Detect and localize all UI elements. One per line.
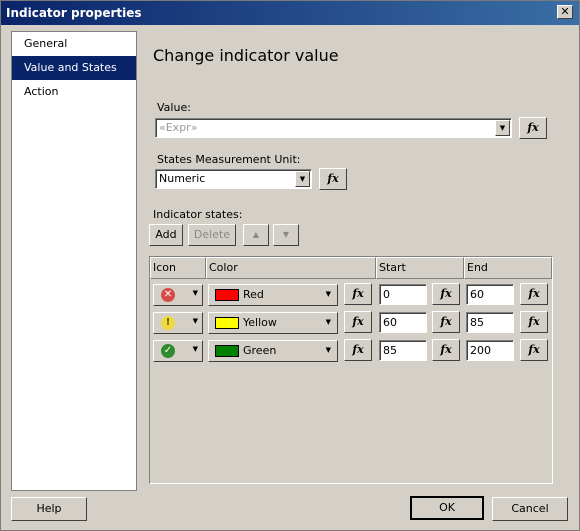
end-field[interactable]: 60 (466, 284, 514, 305)
indicator-properties-dialog: Indicator properties ✕ General Value and… (0, 0, 580, 531)
value-expression-button[interactable]: fx (519, 117, 547, 139)
color-expression-button[interactable]: fx (344, 339, 372, 361)
ok-button[interactable]: OK (410, 496, 484, 520)
start-expression-button[interactable]: fx (432, 339, 460, 361)
unit-dropdown-arrow-icon[interactable]: ▼ (295, 171, 310, 187)
start-field[interactable]: 85 (379, 340, 427, 361)
value-dropdown-arrow-icon[interactable]: ▼ (495, 120, 510, 136)
table-row: ✕ ▼ Red ▼ fx 0 fx 60 fx (150, 281, 554, 309)
unit-value: Numeric (159, 172, 206, 185)
start-expression-button[interactable]: fx (432, 311, 460, 333)
table-row: ! ▼ Yellow ▼ fx 60 fx 85 fx (150, 309, 554, 337)
page-title: Change indicator value (153, 46, 339, 65)
close-button[interactable]: ✕ (557, 5, 573, 19)
sidebar-item-general[interactable]: General (12, 32, 136, 56)
title-bar: Indicator properties ✕ (1, 1, 579, 25)
icon-picker[interactable]: ! ▼ (153, 312, 203, 334)
icon-picker[interactable]: ✕ ▼ (153, 284, 203, 306)
icon-picker[interactable]: ✓ ▼ (153, 340, 203, 362)
column-header-end: End (464, 257, 552, 279)
move-down-button[interactable]: ▼ (273, 224, 299, 246)
column-header-start: Start (376, 257, 464, 279)
sidebar-item-action[interactable]: Action (12, 80, 136, 104)
color-name: Green (243, 344, 277, 357)
red-x-circle-icon: ✕ (161, 288, 175, 302)
cancel-button[interactable]: Cancel (492, 497, 568, 521)
color-picker[interactable]: Green ▼ (208, 340, 338, 362)
color-swatch (215, 317, 239, 329)
color-picker[interactable]: Yellow ▼ (208, 312, 338, 334)
value-placeholder: «Expr» (159, 121, 198, 134)
add-state-button[interactable]: Add (149, 224, 183, 246)
start-expression-button[interactable]: fx (432, 283, 460, 305)
chevron-down-icon: ▼ (192, 289, 198, 297)
table-row: ✓ ▼ Green ▼ fx 85 fx 200 fx (150, 337, 554, 365)
indicator-states-grid: Icon Color Start End ✕ ▼ Red ▼ fx 0 fx 6… (149, 256, 553, 484)
chevron-down-icon: ▼ (325, 290, 331, 298)
delete-state-button[interactable]: Delete (188, 224, 236, 246)
states-label: Indicator states: (153, 208, 243, 221)
move-up-button[interactable]: ▲ (243, 224, 269, 246)
column-header-color: Color (206, 257, 376, 279)
green-check-circle-icon: ✓ (161, 344, 175, 358)
end-expression-button[interactable]: fx (520, 339, 548, 361)
sidebar-nav: General Value and States Action (11, 31, 137, 491)
chevron-down-icon: ▼ (325, 318, 331, 326)
end-expression-button[interactable]: fx (520, 311, 548, 333)
color-swatch (215, 289, 239, 301)
yellow-exclamation-circle-icon: ! (161, 316, 175, 330)
end-field[interactable]: 200 (466, 340, 514, 361)
color-expression-button[interactable]: fx (344, 283, 372, 305)
color-expression-button[interactable]: fx (344, 311, 372, 333)
end-expression-button[interactable]: fx (520, 283, 548, 305)
color-name: Yellow (243, 316, 277, 329)
start-field[interactable]: 0 (379, 284, 427, 305)
value-label: Value: (157, 101, 191, 114)
unit-label: States Measurement Unit: (157, 153, 301, 166)
help-button[interactable]: Help (11, 497, 87, 521)
value-combo[interactable]: «Expr» ▼ (155, 118, 512, 138)
chevron-down-icon: ▼ (192, 317, 198, 325)
chevron-down-icon: ▼ (325, 346, 331, 354)
start-field[interactable]: 60 (379, 312, 427, 333)
column-header-icon: Icon (150, 257, 206, 279)
color-swatch (215, 345, 239, 357)
chevron-down-icon: ▼ (192, 345, 198, 353)
color-picker[interactable]: Red ▼ (208, 284, 338, 306)
unit-combo[interactable]: Numeric ▼ (155, 169, 312, 189)
end-field[interactable]: 85 (466, 312, 514, 333)
main-content: Change indicator value Value: «Expr» ▼ f… (143, 29, 577, 491)
unit-expression-button[interactable]: fx (319, 168, 347, 190)
sidebar-item-value-and-states[interactable]: Value and States (12, 56, 136, 80)
window-title: Indicator properties (6, 6, 142, 20)
color-name: Red (243, 288, 264, 301)
